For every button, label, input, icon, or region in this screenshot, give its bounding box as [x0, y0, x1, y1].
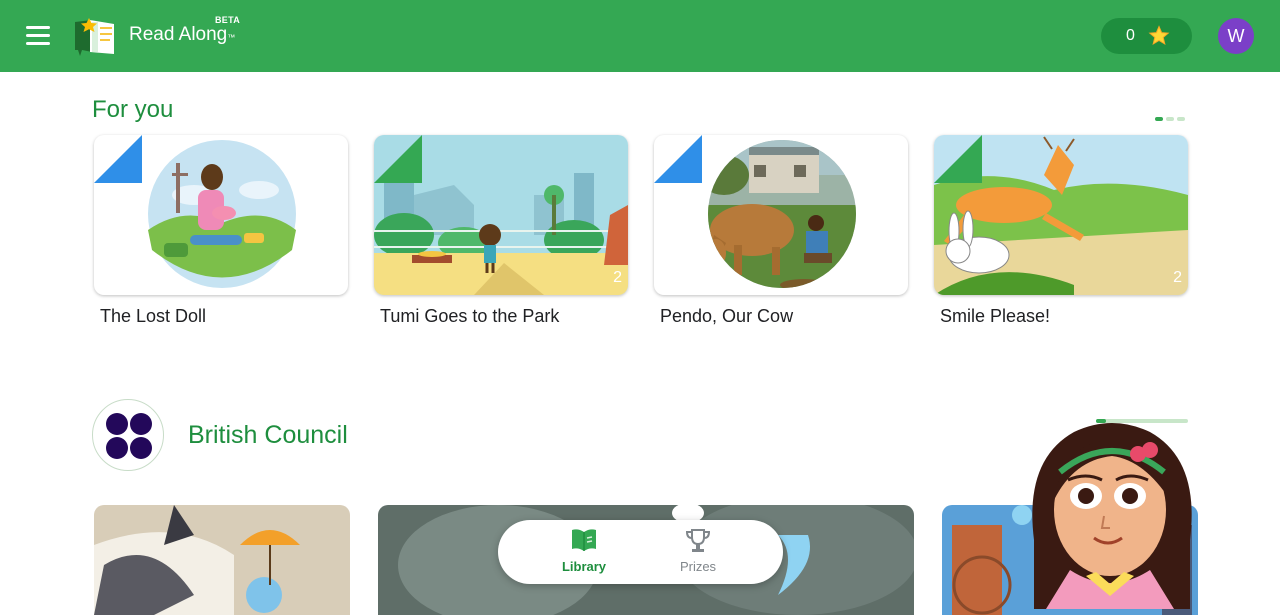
level-number: 2	[1173, 269, 1182, 286]
nav-prizes-label: Prizes	[679, 559, 717, 574]
book-cover-image	[94, 505, 350, 615]
british-council-dots-icon	[106, 413, 152, 459]
stars-counter[interactable]: 0	[1101, 18, 1192, 54]
user-avatar[interactable]: W	[1218, 18, 1254, 54]
book-title[interactable]: The Lost Doll	[100, 306, 206, 327]
level-number: 1	[893, 269, 902, 286]
menu-button[interactable]	[24, 24, 52, 48]
british-council-logo[interactable]	[92, 399, 164, 471]
level-number: 2	[613, 269, 622, 286]
level-badge	[94, 135, 142, 183]
app-bar: Read Along™ BETA 0 W	[0, 0, 1280, 72]
british-council-heading[interactable]: British Council	[188, 421, 348, 450]
book-card-tumi-goes-to-the-park[interactable]: 2	[374, 135, 628, 295]
reading-buddy-character[interactable]	[1024, 420, 1200, 609]
read-along-book-icon	[75, 18, 114, 56]
book-card-the-lost-doll[interactable]: 1	[94, 135, 348, 295]
book-card-pendo-our-cow[interactable]: 1	[654, 135, 908, 295]
nav-prizes[interactable]: Prizes	[648, 520, 748, 584]
star-icon	[1148, 25, 1170, 45]
beta-badge: BETA	[215, 15, 241, 25]
trophy-icon	[685, 529, 711, 552]
book-icon	[572, 529, 596, 551]
hamburger-menu-icon	[26, 26, 50, 29]
level-badge	[374, 135, 422, 183]
nav-library[interactable]: Library	[534, 520, 634, 584]
british-council-book-card[interactable]	[94, 505, 350, 615]
nav-library-label: Library	[561, 559, 607, 574]
level-badge	[654, 135, 702, 183]
book-title[interactable]: Tumi Goes to the Park	[380, 306, 559, 327]
book-card-smile-please[interactable]: 2	[934, 135, 1188, 295]
level-badge	[934, 135, 982, 183]
app-title: Read Along™	[129, 24, 236, 45]
stars-count: 0	[1126, 27, 1135, 44]
book-title[interactable]: Smile Please!	[940, 306, 1050, 327]
carousel-page-indicator	[1155, 117, 1185, 121]
book-title[interactable]: Pendo, Our Cow	[660, 306, 793, 327]
level-number: 1	[333, 269, 342, 286]
for-you-heading: For you	[92, 96, 174, 123]
bottom-navigation: Library Prizes	[498, 520, 783, 584]
